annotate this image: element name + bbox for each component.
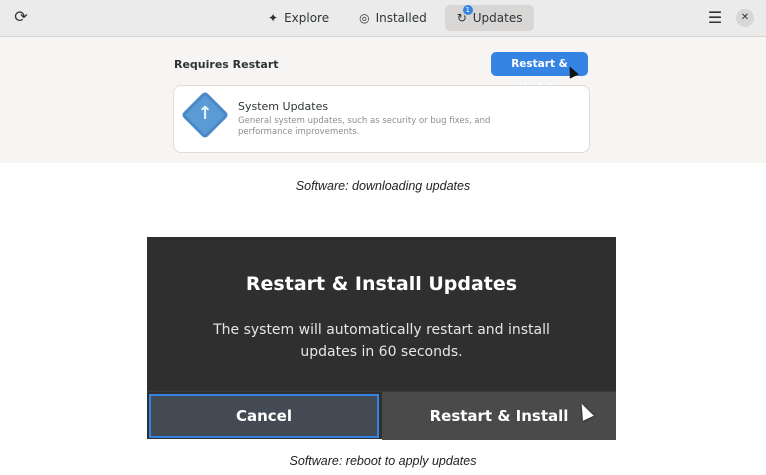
caption-downloading: Software: downloading updates [295, 179, 471, 193]
dialog-title: Restart & Install Updates [245, 273, 518, 295]
restart-dialog: Restart & Install Updates The system wil… [147, 237, 616, 440]
headerbar: ⟳ ✦ Explore ◎ Installed ↻ 1 Updates ☰ ✕ [0, 0, 766, 37]
tab-label: Updates [472, 11, 523, 25]
tab-installed[interactable]: ◎ Installed [347, 5, 439, 31]
update-item[interactable]: ↑ System Updates General system updates,… [174, 86, 589, 152]
dialog-actions: Cancel Restart & Install [147, 391, 616, 440]
arrow-up-icon: ↑ [197, 103, 213, 124]
check-circle-icon: ◎ [359, 11, 370, 25]
tab-label: Explore [284, 11, 330, 25]
software-window: ⟳ ✦ Explore ◎ Installed ↻ 1 Updates ☰ ✕ … [0, 0, 766, 163]
cancel-button[interactable]: Cancel [149, 394, 379, 438]
tab-updates[interactable]: ↻ 1 Updates [444, 5, 535, 31]
section-title: Requires Restart [174, 58, 279, 71]
view-switcher: ✦ Explore ◎ Installed ↻ 1 Updates [256, 5, 535, 31]
refresh-icon: ↻ 1 [457, 5, 473, 25]
update-item-description: General system updates, such as security… [238, 116, 491, 137]
star-icon: ✦ [268, 11, 279, 25]
tab-label: Installed [375, 11, 427, 25]
dialog-message: The system will automatically restart an… [213, 322, 550, 360]
updates-count-badge: 1 [462, 5, 473, 15]
tab-explore[interactable]: ✦ Explore [256, 5, 341, 31]
update-item-title: System Updates [238, 100, 329, 113]
refresh-icon[interactable]: ⟳ [12, 8, 30, 26]
caption-reboot: Software: reboot to apply updates [289, 454, 477, 468]
hamburger-menu-icon[interactable]: ☰ [706, 9, 724, 27]
close-icon[interactable]: ✕ [736, 9, 754, 27]
